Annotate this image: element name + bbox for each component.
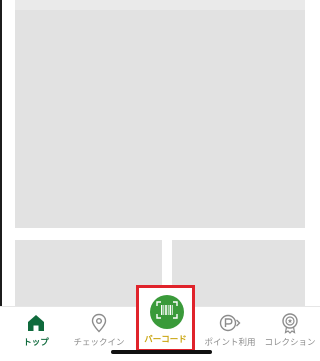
tab-checkin[interactable]: チェックイン (60, 307, 138, 351)
tab-checkin-label: チェックイン (73, 338, 125, 348)
main-banner-placeholder[interactable] (15, 0, 305, 228)
barcode-button[interactable] (150, 295, 184, 329)
map-pin-icon (87, 311, 111, 335)
home-icon (24, 311, 48, 335)
tab-collection[interactable]: コレクション (258, 307, 320, 351)
tab-point-use[interactable]: ポイント利用 (198, 307, 262, 351)
tab-point-use-label: ポイント利用 (204, 338, 256, 348)
tab-top-label: トップ (23, 338, 49, 348)
tab-collection-label: コレクション (264, 338, 316, 348)
home-indicator[interactable] (111, 350, 212, 354)
device-frame-edge (0, 0, 2, 306)
barcode-icon (156, 301, 178, 323)
medal-icon (278, 311, 302, 335)
tab-top[interactable]: トップ (8, 307, 64, 351)
tab-barcode[interactable]: バーコード (136, 285, 195, 352)
point-icon (218, 311, 242, 335)
tab-barcode-label: バーコード (144, 335, 187, 345)
